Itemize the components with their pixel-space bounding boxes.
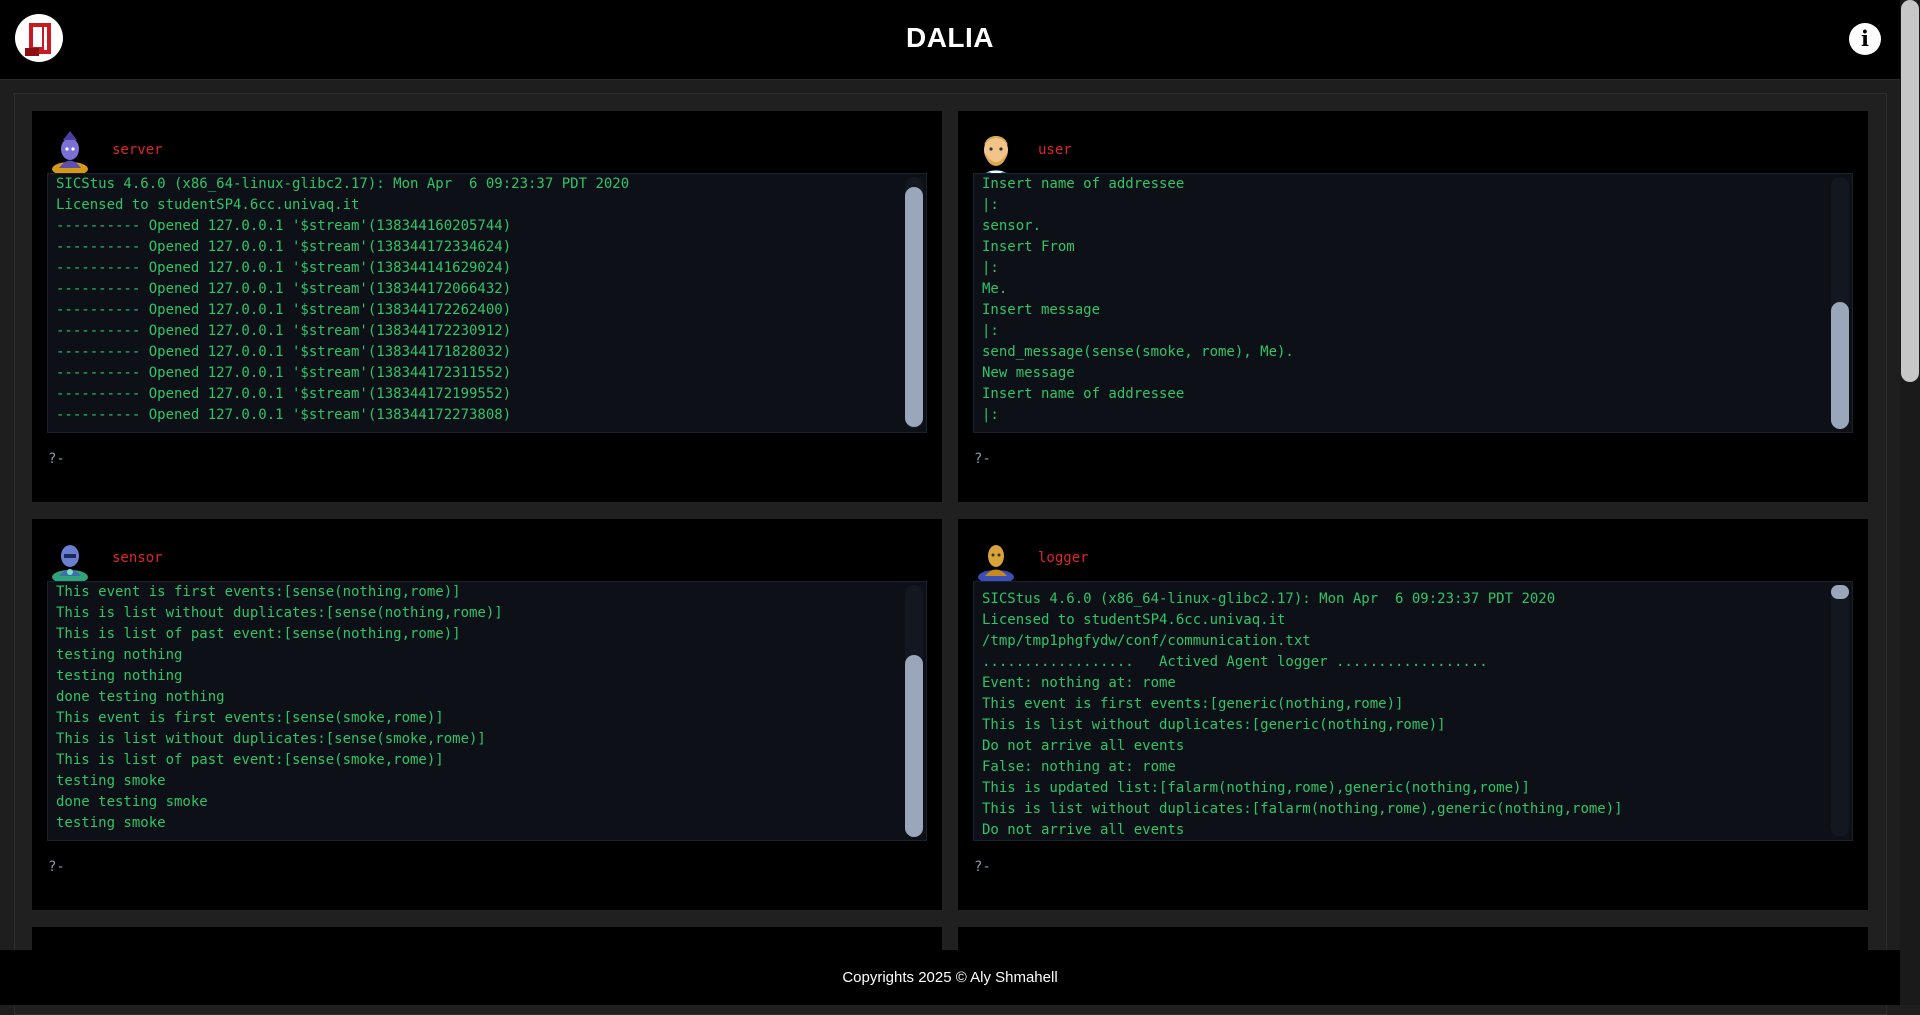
wizard-avatar-icon	[49, 131, 91, 176]
agent-terminal[interactable]: This event is first events:[sense(nothin…	[47, 581, 927, 841]
terminal-line: testing nothing	[56, 668, 183, 684]
agent-name: sensor	[112, 550, 163, 566]
terminal-line: This is list without duplicates:[generic…	[982, 717, 1446, 733]
app-title: DALIA	[905, 22, 995, 53]
terminal-line: SICStus 4.6.0 (x86_64-linux-glibc2.17): …	[56, 176, 630, 192]
terminal-line: testing nothing	[56, 647, 183, 663]
terminal-line: Do not arrive all events	[982, 738, 1185, 754]
robot-avatar-icon	[49, 539, 91, 584]
terminal-line: This is list without duplicates:[falarm(…	[982, 801, 1623, 817]
terminal-line: New message	[982, 365, 1075, 381]
terminal-line: |:	[982, 323, 999, 339]
terminal-line: |:	[982, 407, 999, 423]
terminal-line: Licensed to studentSP4.6cc.univaq.it	[982, 612, 1286, 628]
terminal-line: Me.	[982, 281, 1008, 297]
terminal-line: ---------- Opened 127.0.0.1 '$stream'(13…	[56, 344, 512, 360]
terminal-line: ---------- Opened 127.0.0.1 '$stream'(13…	[56, 218, 512, 234]
terminal-line: |:	[982, 197, 999, 213]
agent-prompt[interactable]: ?-	[974, 451, 991, 467]
terminal-line: .................. Actived Agent logger …	[982, 654, 1488, 670]
terminal-output: Insert name of addressee |: sensor. Inse…	[982, 174, 1826, 426]
terminal-line: ---------- Opened 127.0.0.1 '$stream'(13…	[56, 365, 512, 381]
terminal-line: Insert From	[982, 239, 1075, 255]
agent-prompt[interactable]: ?-	[974, 859, 991, 875]
terminal-line: ---------- Opened 127.0.0.1 '$stream'(13…	[56, 407, 512, 423]
agent-terminal[interactable]: Insert name of addressee |: sensor. Inse…	[973, 173, 1853, 433]
bearded-man-avatar-icon	[975, 131, 1017, 179]
terminal-scrollbar[interactable]	[905, 177, 923, 429]
terminal-line: testing smoke	[56, 815, 166, 831]
terminal-line: This event is first events:[sense(smoke,…	[56, 710, 444, 726]
footer: Copyrights 2025 © Aly Shmahell	[0, 950, 1900, 1005]
terminal-line: ---------- Opened 127.0.0.1 '$stream'(13…	[56, 323, 512, 339]
agent-name: server	[112, 142, 163, 158]
agent-panel-logger: logger SICStus 4.6.0 (x86_64-linux-glibc…	[958, 519, 1868, 910]
terminal-scrollbar[interactable]	[1831, 177, 1849, 429]
info-icon[interactable]: i	[1849, 23, 1881, 55]
terminal-line: False: nothing at: rome	[982, 759, 1176, 775]
terminal-line: This is list of past event:[sense(smoke,…	[56, 752, 444, 768]
terminal-line: ---------- Opened 127.0.0.1 '$stream'(13…	[56, 239, 512, 255]
terminal-line: ---------- Opened 127.0.0.1 '$stream'(13…	[56, 302, 512, 318]
terminal-line: Event: nothing at: rome	[982, 675, 1176, 691]
terminal-line: done testing nothing	[56, 689, 225, 705]
terminal-line: |:	[982, 260, 999, 276]
terminal-output: SICStus 4.6.0 (x86_64-linux-glibc2.17): …	[982, 589, 1826, 840]
terminal-output: This event is first events:[sense(nothin…	[56, 582, 900, 834]
terminal-scrollbar[interactable]	[1831, 585, 1849, 837]
agent-panel-user: user Insert name of addressee |: sensor.…	[958, 111, 1868, 502]
scrollbar-thumb[interactable]	[1831, 302, 1849, 429]
terminal-line: This event is first events:[sense(nothin…	[56, 584, 461, 600]
terminal-scrollbar[interactable]	[905, 585, 923, 837]
terminal-line: ---------- Opened 127.0.0.1 '$stream'(13…	[56, 260, 512, 276]
scrollbar-thumb[interactable]	[905, 655, 923, 837]
agent-terminal[interactable]: SICStus 4.6.0 (x86_64-linux-glibc2.17): …	[47, 173, 927, 433]
terminal-line: /tmp/tmp1phgfydw/conf/communication.txt	[982, 633, 1311, 649]
terminal-line: Do not arrive all events	[982, 822, 1185, 838]
terminal-line: Licensed to studentSP4.6cc.univaq.it	[56, 197, 360, 213]
page-scrollbar-thumb[interactable]	[1901, 0, 1919, 382]
agent-prompt[interactable]: ?-	[48, 859, 65, 875]
scrollbar-thumb[interactable]	[1831, 585, 1849, 599]
terminal-line: Insert name of addressee	[982, 386, 1185, 402]
scribe-avatar-icon	[975, 539, 1017, 584]
terminal-line: send_message(sense(smoke, rome), Me).	[982, 344, 1294, 360]
agent-panel-server: server SICStus 4.6.0 (x86_64-linux-glibc…	[32, 111, 942, 502]
terminal-line: This event is first events:[generic(noth…	[982, 696, 1404, 712]
terminal-line: This is list of past event:[sense(nothin…	[56, 626, 461, 642]
terminal-line: sensor.	[982, 218, 1042, 234]
terminal-line: Insert message	[982, 302, 1101, 318]
terminal-line: This is list without duplicates:[sense(n…	[56, 605, 503, 621]
agent-prompt[interactable]: ?-	[48, 451, 65, 467]
terminal-line: Insert name of addressee	[982, 176, 1185, 192]
agent-terminal[interactable]: SICStus 4.6.0 (x86_64-linux-glibc2.17): …	[973, 581, 1853, 841]
agent-name: user	[1038, 142, 1072, 158]
terminal-line: testing smoke	[56, 773, 166, 789]
agent-panel-sensor: sensor This event is first events:[sense…	[32, 519, 942, 910]
terminal-line: ---------- Opened 127.0.0.1 '$stream'(13…	[56, 281, 512, 297]
scrollbar-thumb[interactable]	[905, 187, 923, 427]
terminal-line: This is list without duplicates:[sense(s…	[56, 731, 486, 747]
terminal-line: This is updated list:[falarm(nothing,rom…	[982, 780, 1530, 796]
terminal-line: ---------- Opened 127.0.0.1 '$stream'(13…	[56, 386, 512, 402]
terminal-line: done testing smoke	[56, 794, 208, 810]
agent-name: logger	[1038, 550, 1089, 566]
app-header: DALIA i	[0, 0, 1900, 80]
terminal-line: SICStus 4.6.0 (x86_64-linux-glibc2.17): …	[982, 591, 1556, 607]
terminal-output: SICStus 4.6.0 (x86_64-linux-glibc2.17): …	[56, 174, 900, 426]
